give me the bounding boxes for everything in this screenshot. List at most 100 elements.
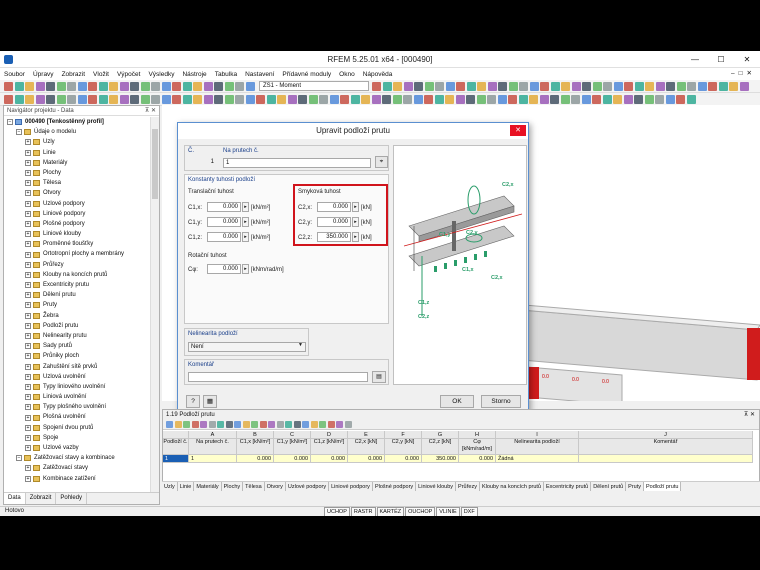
sheet-tab[interactable]: Průřezy [456, 482, 480, 491]
c1z-input[interactable]: 0.000 [207, 232, 241, 242]
toolbar-button-icon[interactable] [4, 81, 13, 91]
navigator-item[interactable]: + Plochy [4, 168, 150, 178]
toolbar-button-icon[interactable] [592, 94, 601, 104]
navigator-item[interactable]: + Průřezy [4, 260, 150, 270]
table-tool-icon[interactable] [225, 421, 233, 428]
toolbar-button-icon[interactable] [350, 94, 360, 104]
toolbar-button-icon[interactable] [372, 81, 381, 91]
expand-icon[interactable]: + [25, 343, 31, 350]
expand-icon[interactable]: − [16, 129, 22, 136]
expand-icon[interactable]: + [25, 322, 31, 329]
toolbar-button-icon[interactable] [256, 94, 265, 104]
toolbar-button-icon[interactable] [729, 81, 738, 91]
toolbar-button-icon[interactable] [224, 81, 234, 91]
toolbar-button-icon[interactable] [214, 81, 223, 91]
toolbar-button-icon[interactable] [581, 94, 591, 104]
table-tool-icon[interactable] [200, 421, 207, 428]
sheet-tab[interactable]: Plošné podpory [373, 482, 417, 491]
toolbar-button-icon[interactable] [266, 94, 276, 104]
navigator-item[interactable]: + Plošné podpory [4, 219, 150, 229]
table-cell[interactable]: 0.000 [274, 455, 311, 463]
toolbar-button-icon[interactable] [603, 81, 612, 91]
navigator-item[interactable]: + Průniky ploch [4, 351, 150, 361]
toolbar-button-icon[interactable] [25, 94, 34, 104]
table-cell[interactable]: 0.000 [237, 455, 274, 463]
navigator-item[interactable]: + Uzlová uvolnění [4, 372, 150, 382]
navigator-item[interactable]: + Liniová uvolnění [4, 392, 150, 402]
navigator-item[interactable]: + Dělení prutu [4, 290, 150, 300]
toolbar-button-icon[interactable] [88, 94, 97, 104]
sheet-tab[interactable]: Plochy [222, 482, 244, 491]
navigator-item[interactable]: + Liniové podpory [4, 209, 150, 219]
navigator-item[interactable]: + Sady prutů [4, 341, 150, 351]
status-toggle-button[interactable]: KARTÉZ [376, 507, 405, 516]
toolbar-button-icon[interactable] [77, 81, 87, 91]
table-cell[interactable]: 0.000 [348, 455, 385, 463]
navigator-item[interactable]: − Zatěžovací stavy a kombinace [4, 453, 150, 463]
toolbar-button-icon[interactable] [686, 94, 696, 104]
navigator-item[interactable]: + Uzlové podpory [4, 199, 150, 209]
navigator-item[interactable]: + Podloží prutu [4, 321, 150, 331]
expand-icon[interactable]: + [25, 353, 31, 360]
navigator-item[interactable]: + Kombinace zatížení [4, 474, 150, 484]
table-tool-icon[interactable] [259, 421, 267, 428]
toolbar-button-icon[interactable] [329, 94, 339, 104]
toolbar-button-icon[interactable] [644, 94, 654, 104]
toolbar-button-icon[interactable] [687, 81, 696, 91]
table-cell[interactable]: 0.000 [385, 455, 422, 463]
table-cell[interactable]: 1 [189, 455, 237, 463]
menu-vlozit[interactable]: Vložit [93, 71, 109, 78]
sheet-tab[interactable]: Tělesa [243, 482, 265, 491]
menu-napoveda[interactable]: Nápověda [363, 71, 393, 78]
toolbar-button-icon[interactable] [130, 81, 139, 91]
table-tool-icon[interactable] [327, 421, 335, 428]
expand-icon[interactable]: + [25, 363, 31, 370]
table-tool-icon[interactable] [217, 421, 224, 428]
expand-icon[interactable]: + [25, 465, 31, 472]
toolbar-button-icon[interactable] [56, 81, 66, 91]
toolbar-button-icon[interactable] [130, 94, 139, 104]
toolbar-button-icon[interactable] [476, 94, 486, 104]
navigator-item[interactable]: + Linie [4, 148, 150, 158]
expand-icon[interactable]: + [25, 159, 31, 166]
expand-icon[interactable]: + [25, 251, 31, 258]
toolbar-button-icon[interactable] [655, 94, 664, 104]
expand-icon[interactable]: − [16, 455, 22, 462]
expand-icon[interactable]: + [25, 190, 31, 197]
status-toggle-button[interactable]: UCHOP [324, 507, 350, 516]
toolbar-button-icon[interactable] [245, 81, 255, 91]
toolbar-button-icon[interactable] [14, 94, 24, 104]
toolbar-button-icon[interactable] [550, 81, 560, 91]
toolbar-button-icon[interactable] [624, 81, 633, 91]
toolbar-button-icon[interactable] [561, 81, 570, 91]
toolbar-button-icon[interactable] [487, 81, 497, 91]
expand-icon[interactable]: + [25, 312, 31, 319]
menu-upravy[interactable]: Úpravy [33, 71, 54, 78]
table-cell[interactable]: 0.000 [311, 455, 348, 463]
expand-icon[interactable]: + [25, 220, 31, 227]
cphi-spin[interactable]: ▸ [242, 264, 249, 274]
toolbar-button-icon[interactable] [319, 94, 328, 104]
c1z-spin[interactable]: ▸ [242, 232, 249, 242]
table-tool-icon[interactable] [310, 421, 318, 428]
toolbar-button-icon[interactable] [508, 81, 518, 91]
toolbar-button-icon[interactable] [35, 81, 45, 91]
toolbar-button-icon[interactable] [739, 81, 749, 91]
navigator-item[interactable]: + Spojení dvou prutů [4, 423, 150, 433]
expand-icon[interactable]: + [25, 292, 31, 299]
expand-icon[interactable]: + [25, 333, 31, 340]
expand-icon[interactable]: + [25, 302, 31, 309]
navigator-item[interactable]: + Zahuštění sítě prvků [4, 362, 150, 372]
toolbar-button-icon[interactable] [14, 81, 24, 91]
sheet-tab[interactable]: Uzlové podpory [286, 482, 330, 491]
loadcase-combo[interactable]: ZS1 - Moment [259, 81, 369, 91]
navigator-item[interactable]: − Údaje o modelu [4, 127, 150, 137]
navigator-scrollbar[interactable] [150, 117, 159, 492]
table-tool-icon[interactable] [242, 421, 250, 428]
toolbar-button-icon[interactable] [550, 94, 559, 104]
toolbar-button-icon[interactable] [98, 81, 108, 91]
navigator-item[interactable]: + Nelinearity prutu [4, 331, 150, 341]
expand-icon[interactable]: + [25, 139, 31, 146]
toolbar-button-icon[interactable] [298, 94, 307, 104]
comment-pick-button[interactable]: ▤ [372, 371, 386, 383]
